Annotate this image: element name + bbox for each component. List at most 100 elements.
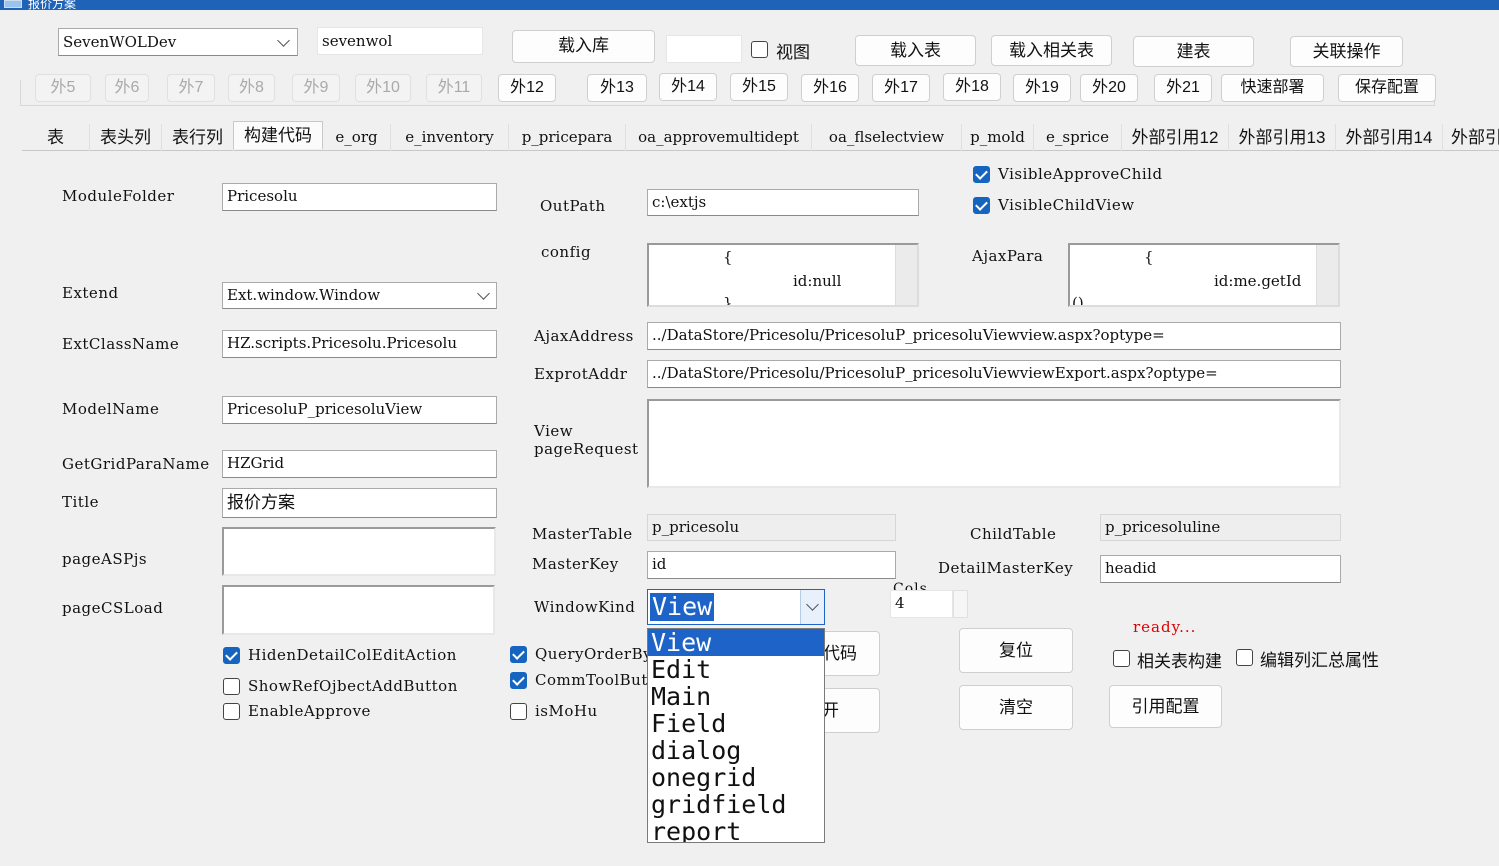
is-mo-hu-label: isMoHu: [535, 702, 598, 720]
enable-approve-checkbox[interactable]: [223, 703, 240, 720]
ext9-button[interactable]: 外9: [292, 74, 340, 102]
tab-p-mold[interactable]: p_mold: [962, 124, 1034, 151]
view-checkbox[interactable]: [751, 41, 768, 58]
out-path-label: OutPath: [540, 197, 606, 215]
option-view[interactable]: View: [648, 629, 824, 656]
chevron-down-icon: [477, 287, 490, 300]
option-onegrid[interactable]: onegrid: [648, 764, 824, 791]
option-report[interactable]: report: [648, 818, 824, 842]
option-edit[interactable]: Edit: [648, 656, 824, 683]
page-asp-js-input[interactable]: [222, 527, 496, 576]
window-kind-select[interactable]: View: [647, 589, 825, 625]
tab-row-columns[interactable]: 表行列: [162, 124, 234, 151]
option-field[interactable]: Field: [648, 710, 824, 737]
hiden-detail-col-edit-action-checkbox[interactable]: [223, 647, 240, 664]
ajax-para-line-1: {: [1144, 248, 1154, 266]
quick-deploy-button[interactable]: 快速部署: [1221, 74, 1324, 102]
user-input[interactable]: sevenwol: [317, 27, 483, 55]
clear-button[interactable]: 清空: [959, 685, 1073, 730]
load-related-button[interactable]: 载入相关表: [991, 35, 1112, 66]
ext16-button[interactable]: 外16: [801, 74, 859, 102]
extend-select-value: Ext.window.Window: [227, 286, 381, 304]
extend-select[interactable]: Ext.window.Window: [222, 282, 497, 309]
ext8-button[interactable]: 外8: [228, 74, 275, 102]
ext6-button[interactable]: 外6: [105, 74, 149, 102]
export-addr-input[interactable]: ../DataStore/Pricesolu/PricesoluP_prices…: [647, 360, 1341, 388]
cols-spinner[interactable]: [953, 590, 968, 618]
option-dialog[interactable]: dialog: [648, 737, 824, 764]
ext12-button[interactable]: 外12: [498, 74, 556, 102]
load-table-button[interactable]: 载入表: [855, 35, 976, 66]
tab-ext-ref-13[interactable]: 外部引用13: [1229, 124, 1336, 151]
option-gridfield[interactable]: gridfield: [648, 791, 824, 818]
ajax-para-line-2: id:me.getId: [1214, 272, 1302, 290]
tab-ext-ref-14[interactable]: 外部引用14: [1336, 124, 1443, 151]
tab-table[interactable]: 表: [22, 124, 90, 151]
tab-p-pricepara[interactable]: p_pricepara: [509, 124, 626, 151]
option-main[interactable]: Main: [648, 683, 824, 710]
view-page-request-label-2: pageRequest: [534, 440, 639, 458]
hiden-detail-col-edit-action-label: HidenDetailColEditAction: [248, 646, 457, 664]
show-ref-object-add-button-label: ShowRefOjbectAddButton: [248, 677, 458, 695]
tab-oa-approvemultidept[interactable]: oa_approvemultidept: [626, 124, 812, 151]
ext19-button[interactable]: 外19: [1013, 74, 1071, 102]
query-order-by-checkbox[interactable]: [510, 646, 527, 663]
is-mo-hu-checkbox[interactable]: [510, 703, 527, 720]
comm-tool-button-label: CommToolButt: [535, 671, 655, 689]
save-config-button[interactable]: 保存配置: [1338, 74, 1436, 102]
ext10-button[interactable]: 外10: [355, 74, 411, 102]
master-table-input[interactable]: p_pricesolu: [647, 514, 896, 541]
cols-input[interactable]: 4: [890, 590, 953, 618]
child-table-input[interactable]: p_pricesoluline: [1100, 514, 1341, 541]
ext14-button[interactable]: 外14: [659, 73, 717, 101]
tab-e-org[interactable]: e_org: [323, 124, 391, 151]
tab-build-code[interactable]: 构建代码: [233, 121, 323, 149]
visible-approve-child-checkbox[interactable]: [973, 166, 990, 183]
ext7-button[interactable]: 外7: [167, 74, 215, 102]
get-grid-para-name-input[interactable]: HZGrid: [222, 450, 497, 478]
view-page-request-label-1: View: [534, 422, 574, 440]
out-path-input[interactable]: c:\extjs: [647, 189, 919, 216]
ref-config-button[interactable]: 引用配置: [1109, 685, 1222, 728]
detail-master-key-input[interactable]: headid: [1100, 555, 1341, 583]
ajax-para-textarea[interactable]: { id:me.getId (): [1068, 243, 1340, 307]
comm-tool-button-checkbox[interactable]: [510, 672, 527, 689]
config-textarea[interactable]: { id:null }: [647, 243, 919, 307]
ext11-button[interactable]: 外11: [426, 74, 482, 102]
config-scrollbar[interactable]: [895, 245, 917, 305]
load-db-button[interactable]: 载入库: [512, 30, 655, 63]
model-name-input[interactable]: PricesoluP_pricesoluView: [222, 396, 497, 424]
visible-child-view-checkbox[interactable]: [973, 197, 990, 214]
tab-e-inventory[interactable]: e_inventory: [391, 124, 509, 151]
edit-col-summary-checkbox[interactable]: [1236, 649, 1253, 666]
ext20-button[interactable]: 外20: [1080, 74, 1138, 102]
view-page-request-textarea[interactable]: [647, 399, 1341, 488]
ajax-address-input[interactable]: ../DataStore/Pricesolu/PricesoluP_prices…: [647, 322, 1341, 350]
window-kind-dropdown-button[interactable]: [800, 590, 824, 624]
ext15-button[interactable]: 外15: [730, 73, 788, 101]
build-table-button[interactable]: 建表: [1133, 36, 1254, 67]
tab-oa-flselectview[interactable]: oa_flselectview: [812, 124, 962, 151]
ajax-para-scrollbar[interactable]: [1316, 245, 1338, 305]
reset-button[interactable]: 复位: [959, 628, 1073, 673]
ext-class-name-label: ExtClassName: [62, 335, 180, 353]
tab-e-sprice[interactable]: e_sprice: [1034, 124, 1122, 151]
ext17-button[interactable]: 外17: [872, 74, 930, 102]
tab-ext-ref-12[interactable]: 外部引用12: [1122, 124, 1229, 151]
tab-ext-ref-15[interactable]: 外部引: [1443, 124, 1499, 151]
tab-header-columns[interactable]: 表头列: [90, 124, 162, 151]
ext5-button[interactable]: 外5: [35, 74, 91, 102]
page-cs-load-input[interactable]: [222, 585, 495, 635]
ext21-button[interactable]: 外21: [1154, 74, 1212, 102]
db-select[interactable]: SevenWOLDev: [58, 28, 298, 56]
ext13-button[interactable]: 外13: [587, 74, 647, 102]
show-ref-object-add-button-checkbox[interactable]: [223, 678, 240, 695]
view-input[interactable]: [666, 35, 742, 63]
module-folder-input[interactable]: Pricesolu: [222, 183, 497, 211]
relate-ops-button[interactable]: 关联操作: [1290, 36, 1403, 67]
ext-class-name-input[interactable]: HZ.scripts.Pricesolu.Pricesolu: [222, 330, 497, 358]
master-key-input[interactable]: id: [647, 551, 896, 579]
ext18-button[interactable]: 外18: [943, 73, 1001, 101]
title-input[interactable]: 报价方案: [222, 488, 497, 518]
related-build-checkbox[interactable]: [1113, 650, 1130, 667]
